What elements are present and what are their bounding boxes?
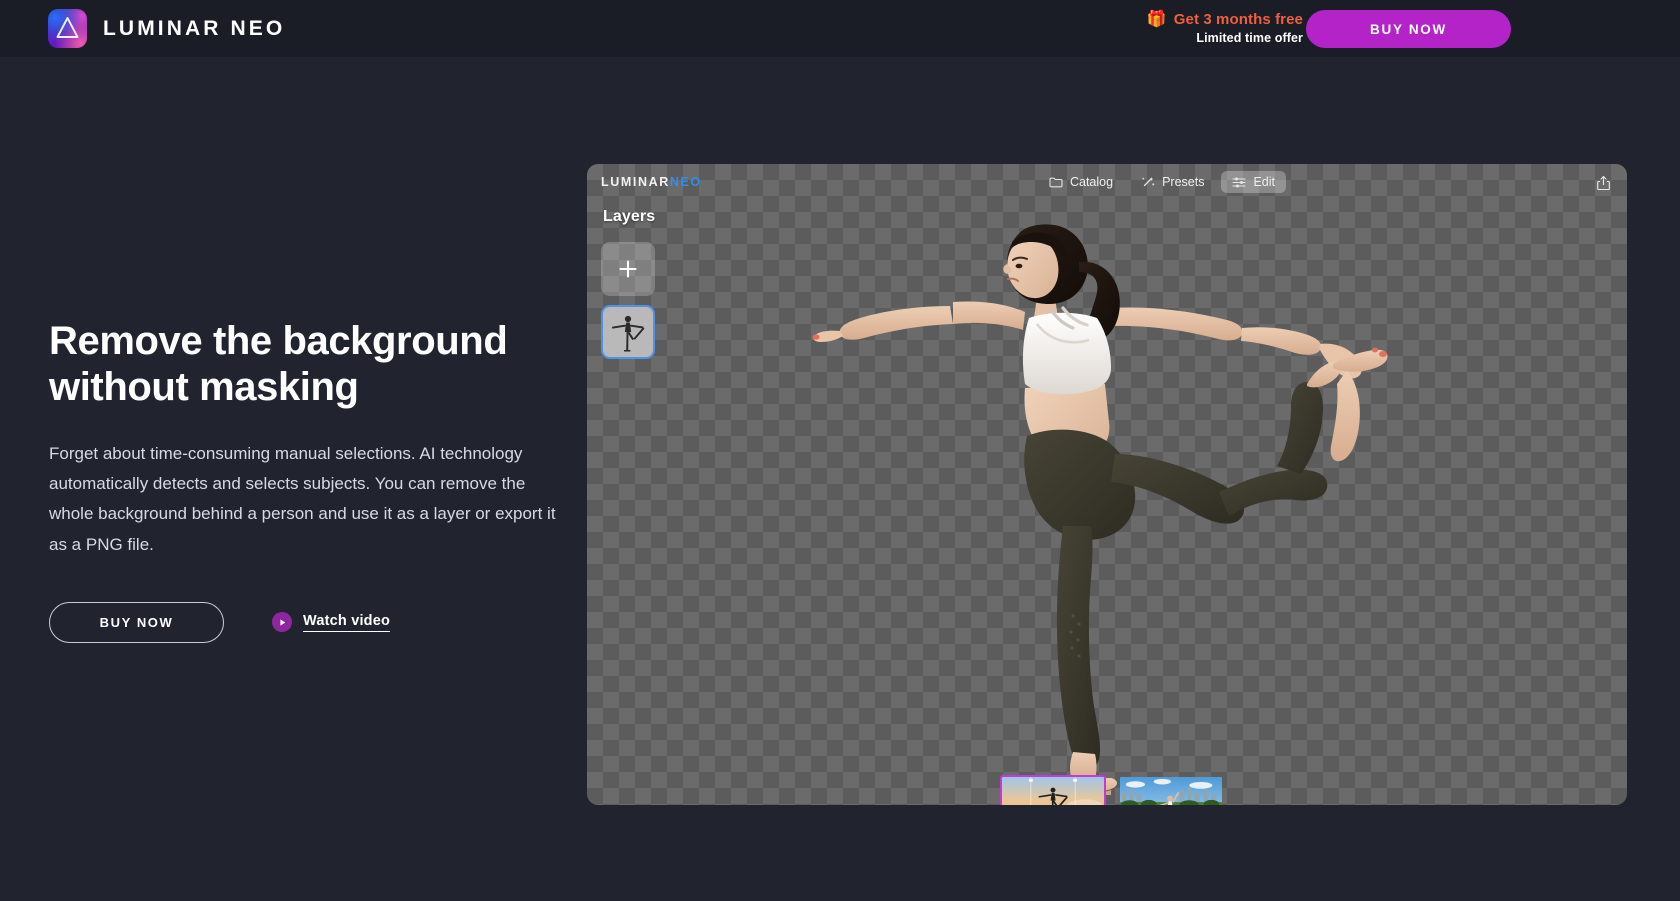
add-layer-button[interactable] [601, 242, 655, 296]
app-tabs: Catalog Presets Edit [1038, 171, 1287, 193]
luminar-triangle-logo-icon [48, 9, 87, 48]
promo-block: 🎁 Get 3 months free Limited time offer [1147, 11, 1303, 45]
watch-video-label: Watch video [303, 613, 391, 632]
filmstrip [1000, 775, 1224, 805]
sliders-icon [1232, 176, 1247, 188]
share-export-icon[interactable] [1593, 173, 1613, 193]
promo-headline-row: 🎁 Get 3 months free [1147, 11, 1303, 28]
promo-subline: Limited time offer [1196, 31, 1303, 45]
thumbnail-park-stretch[interactable] [1118, 775, 1224, 805]
brand[interactable]: LUMINAR NEO [48, 9, 285, 48]
brand-name: LUMINAR NEO [103, 16, 286, 40]
tab-presets[interactable]: Presets [1130, 171, 1215, 193]
luminar-app-window: LUMINARNEO Catalog Presets Edit Layers [587, 164, 1627, 805]
site-header: LUMINAR NEO 🎁 Get 3 months free Limited … [0, 0, 1680, 57]
app-toolbar: LUMINARNEO Catalog Presets Edit [587, 164, 1627, 204]
layers-panel: Layers [601, 208, 663, 359]
thumbnail-yoga-sunset[interactable] [1000, 775, 1106, 805]
header-buy-now-button[interactable]: BUY NOW [1306, 10, 1511, 48]
tab-catalog[interactable]: Catalog [1038, 171, 1124, 193]
play-icon[interactable] [272, 612, 292, 633]
magic-wand-icon [1141, 175, 1155, 189]
layers-panel-title: Layers [603, 208, 656, 225]
tab-presets-label: Presets [1162, 175, 1205, 189]
hero-buy-now-button[interactable]: BUY NOW [49, 601, 224, 643]
hero-section: Remove the background without masking Fo… [49, 318, 569, 643]
tab-edit[interactable]: Edit [1221, 171, 1287, 193]
canvas-subject-image [707, 178, 1497, 803]
watch-video-link[interactable]: Watch video [272, 612, 391, 633]
page-title: Remove the background without masking [49, 319, 508, 410]
app-brand: LUMINARNEO [601, 175, 702, 189]
gift-icon: 🎁 [1146, 10, 1167, 28]
app-brand-secondary: NEO [669, 175, 702, 189]
hero-description: Forget about time-consuming manual selec… [49, 443, 556, 554]
tab-catalog-label: Catalog [1069, 175, 1114, 189]
folder-icon [1049, 176, 1063, 188]
layer-thumbnail[interactable] [601, 305, 655, 359]
app-brand-primary: LUMINAR [601, 175, 670, 189]
promo-headline: Get 3 months free [1173, 11, 1303, 28]
hero-actions: BUY NOW Watch video [49, 601, 569, 643]
tab-edit-label: Edit [1253, 175, 1276, 189]
